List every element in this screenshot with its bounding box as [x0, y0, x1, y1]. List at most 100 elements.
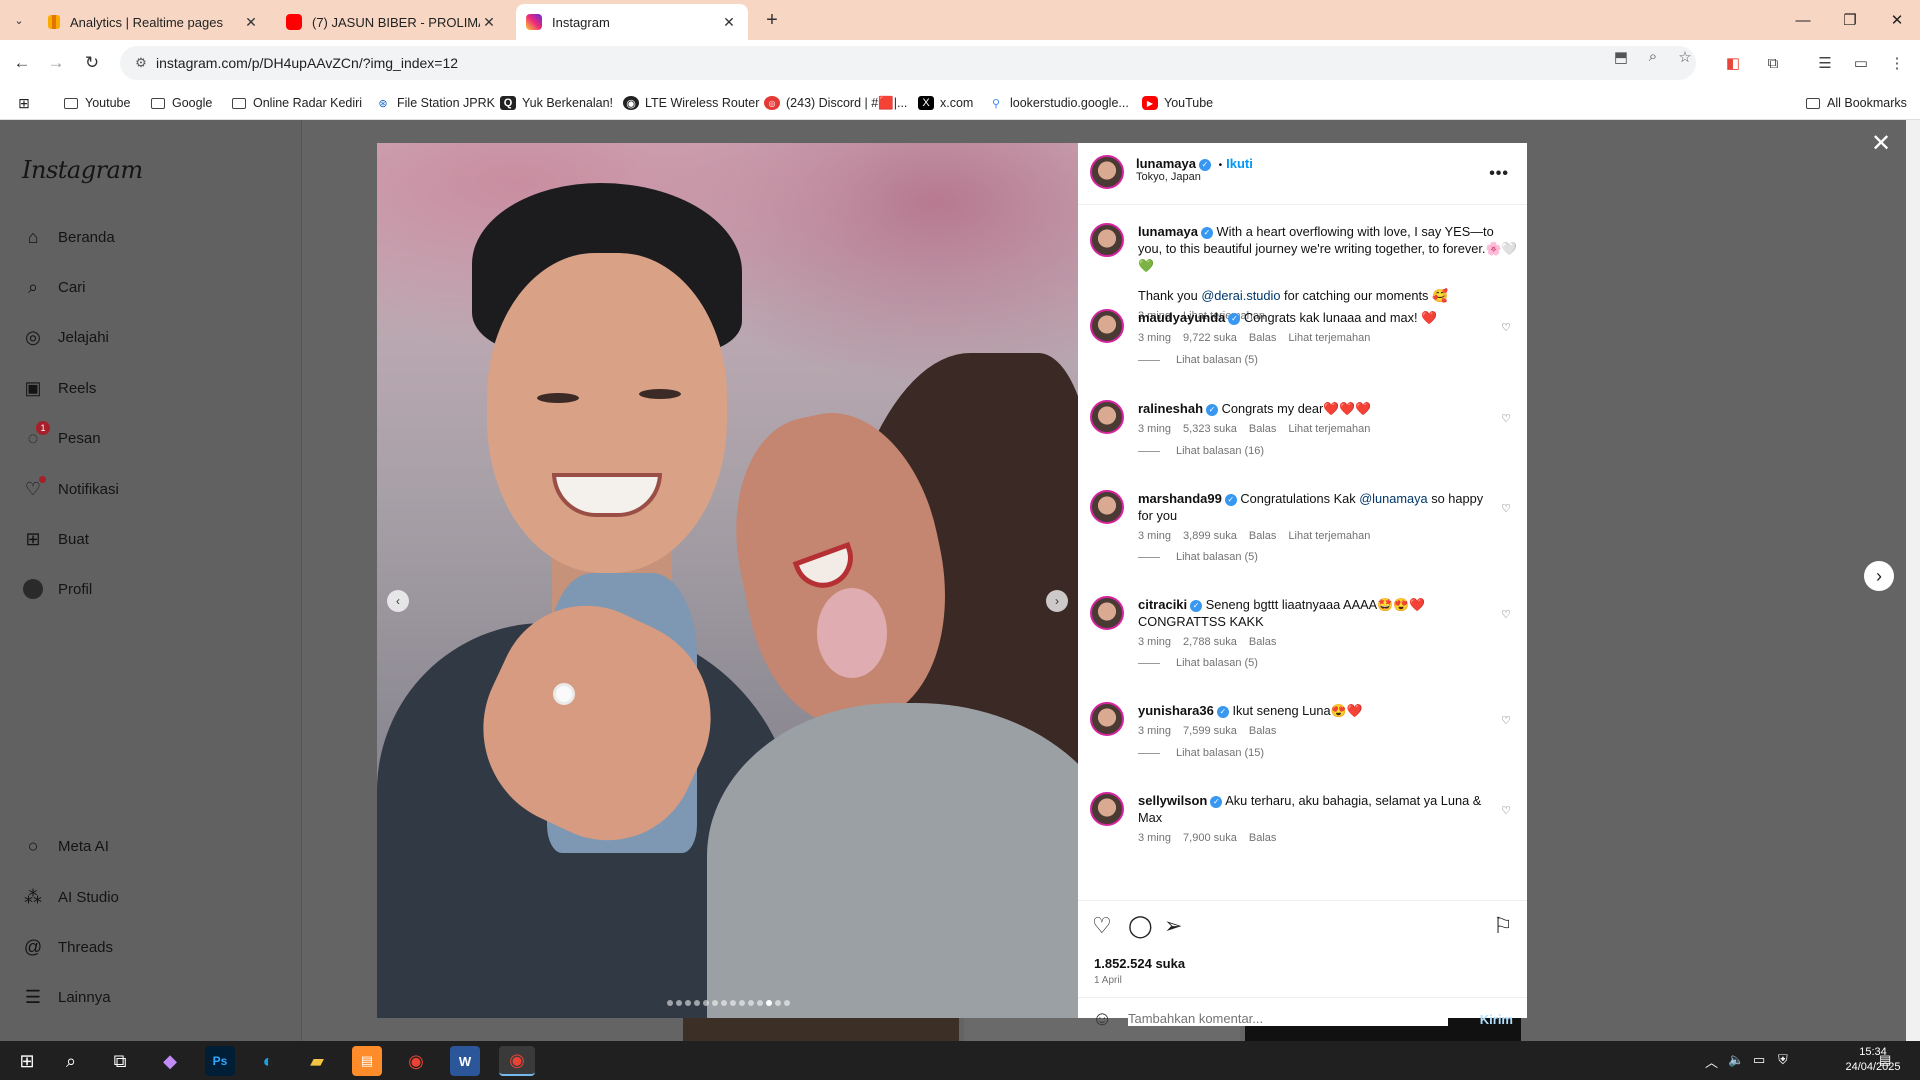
reply-button[interactable]: Balas: [1249, 423, 1277, 435]
like-comment-icon[interactable]: ♡: [1501, 714, 1511, 727]
reply-button[interactable]: Balas: [1249, 636, 1277, 648]
mention-link[interactable]: @derai.studio: [1201, 288, 1280, 303]
save-bookmark-icon[interactable]: ⚐: [1493, 913, 1513, 939]
network-icon[interactable]: ▭: [1753, 1052, 1765, 1068]
bookmark-discord[interactable]: ◎ (243) Discord | #🟥|...: [764, 93, 907, 113]
nav-create[interactable]: ⊞ Buat: [22, 525, 88, 553]
reply-button[interactable]: Balas: [1249, 832, 1277, 844]
commenter-avatar[interactable]: [1090, 596, 1124, 630]
close-tab-icon[interactable]: ✕: [242, 14, 260, 31]
system-clock[interactable]: 15:34 24/04/2025: [1845, 1045, 1901, 1075]
start-menu-icon[interactable]: ⊞: [12, 1046, 42, 1076]
nav-threads[interactable]: @ Threads: [22, 933, 113, 961]
address-bar[interactable]: ⚙ instagram.com/p/DH4upAAvZCn/?img_index…: [120, 46, 1696, 80]
comment-icon[interactable]: ◯: [1128, 913, 1153, 939]
post-location[interactable]: Tokyo, Japan: [1136, 171, 1253, 183]
send-comment-button[interactable]: Kirim: [1480, 1012, 1513, 1027]
file-explorer-icon[interactable]: ▰: [302, 1046, 332, 1076]
share-icon[interactable]: ➢: [1164, 913, 1182, 939]
view-replies-button[interactable]: Lihat balasan (5): [1138, 354, 1258, 366]
nav-notifications[interactable]: ♡ Notifikasi: [22, 475, 119, 503]
bookmark-x[interactable]: Xx.com: [918, 93, 973, 113]
app-icon[interactable]: ▤: [352, 1046, 382, 1076]
author-avatar[interactable]: [1090, 223, 1124, 257]
nav-search[interactable]: ⌕ Cari: [22, 273, 86, 301]
reload-button[interactable]: ↻: [78, 49, 106, 77]
author-username[interactable]: lunamaya: [1136, 156, 1196, 171]
copilot-icon[interactable]: ◆: [155, 1046, 185, 1076]
prev-slide-button[interactable]: ‹: [387, 590, 409, 612]
profile-avatar-icon[interactable]: ▭: [1850, 52, 1872, 74]
commenter-avatar[interactable]: [1090, 490, 1124, 524]
commenter-avatar[interactable]: [1090, 309, 1124, 343]
photoshop-icon[interactable]: Ps: [205, 1046, 235, 1076]
nav-more[interactable]: ☰ Lainnya: [22, 983, 111, 1011]
bookmark-google-folder[interactable]: Google: [151, 93, 212, 113]
tab-search-button[interactable]: ⌄: [6, 8, 32, 32]
bookmark-file-station[interactable]: ⊛ File Station JPRK: [375, 93, 495, 113]
notification-center-icon[interactable]: ▤: [1879, 1052, 1891, 1068]
nav-messages[interactable]: ◌ 1 Pesan: [22, 421, 101, 452]
emoji-icon[interactable]: ☺: [1092, 1008, 1112, 1031]
page-scrollbar[interactable]: [1906, 120, 1920, 1041]
commenter-avatar[interactable]: [1090, 702, 1124, 736]
nav-profile[interactable]: Profil: [22, 575, 92, 603]
author-avatar[interactable]: [1090, 155, 1124, 189]
view-replies-button[interactable]: Lihat balasan (16): [1138, 445, 1264, 457]
apps-icon[interactable]: ⊞: [16, 93, 38, 113]
like-count[interactable]: 1.852.524 suka: [1094, 956, 1185, 971]
close-tab-icon[interactable]: ✕: [720, 14, 738, 31]
reply-button[interactable]: Balas: [1249, 530, 1277, 542]
nav-meta-ai[interactable]: ○ Meta AI: [22, 832, 109, 860]
all-bookmarks-button[interactable]: All Bookmarks: [1806, 93, 1907, 113]
chrome-icon[interactable]: ◉: [401, 1046, 431, 1076]
bookmark-star-icon[interactable]: ☆: [1675, 48, 1695, 66]
browser-menu-icon[interactable]: ⋮: [1886, 52, 1908, 74]
see-translation-link[interactable]: Lihat terjemahan: [1288, 332, 1370, 344]
close-post-icon[interactable]: ✕: [1868, 130, 1894, 157]
bookmark-youtube-folder[interactable]: Youtube: [64, 93, 130, 113]
bookmark-youtube[interactable]: ▶ YouTube: [1142, 93, 1213, 113]
reply-button[interactable]: Balas: [1249, 725, 1277, 737]
close-tab-icon[interactable]: ✕: [480, 14, 498, 31]
nav-ai-studio[interactable]: ⁂ AI Studio: [22, 883, 119, 911]
see-translation-link[interactable]: Lihat terjemahan: [1288, 423, 1370, 435]
like-comment-icon[interactable]: ♡: [1501, 608, 1511, 621]
commenter-avatar[interactable]: [1090, 400, 1124, 434]
tab-instagram[interactable]: Instagram ✕: [516, 4, 748, 40]
more-options-icon[interactable]: •••: [1489, 165, 1509, 183]
word-icon[interactable]: W: [450, 1046, 480, 1076]
install-app-icon[interactable]: ⬒: [1611, 48, 1631, 66]
view-replies-button[interactable]: Lihat balasan (5): [1138, 657, 1258, 669]
instagram-logo[interactable]: Instagram: [22, 156, 143, 184]
tab-analytics[interactable]: Analytics | Realtime pages ✕: [38, 4, 270, 40]
extension-icon[interactable]: ◧: [1722, 52, 1744, 74]
follow-button[interactable]: Ikuti: [1226, 156, 1253, 171]
comment-input[interactable]: [1128, 1011, 1448, 1026]
site-info-icon[interactable]: ⚙: [126, 55, 156, 71]
extensions-puzzle-icon[interactable]: ⧉: [1762, 52, 1784, 74]
taskbar-search-icon[interactable]: ⌕: [56, 1046, 86, 1076]
back-button[interactable]: ←: [8, 49, 36, 77]
tray-chevron-icon[interactable]: ︿: [1705, 1052, 1718, 1071]
minimize-button[interactable]: —: [1780, 0, 1826, 40]
zoom-icon[interactable]: ⌕: [1643, 48, 1663, 65]
like-comment-icon[interactable]: ♡: [1501, 321, 1511, 334]
bookmark-lookerstudio[interactable]: ⚲ lookerstudio.google...: [988, 93, 1129, 113]
like-comment-icon[interactable]: ♡: [1501, 412, 1511, 425]
like-comment-icon[interactable]: ♡: [1501, 502, 1511, 515]
tab-youtube[interactable]: (7) JASUN BIBER - PROLIMAN JAYA ✕: [276, 4, 508, 40]
forward-button[interactable]: →: [42, 49, 70, 77]
commenter-avatar[interactable]: [1090, 792, 1124, 826]
like-post-icon[interactable]: ♡: [1092, 913, 1112, 939]
security-icon[interactable]: ⛨: [1778, 1052, 1788, 1068]
new-tab-button[interactable]: +: [758, 6, 786, 34]
bookmark-radar-kediri[interactable]: Online Radar Kediri: [232, 93, 362, 113]
bookmark-yuk-berkenalan[interactable]: Q Yuk Berkenalan!: [500, 93, 613, 113]
reply-button[interactable]: Balas: [1249, 332, 1277, 344]
view-replies-button[interactable]: Lihat balasan (15): [1138, 747, 1264, 759]
nav-explore[interactable]: ◎ Jelajahi: [22, 323, 109, 351]
task-view-icon[interactable]: ⧉: [105, 1046, 135, 1076]
edge-icon[interactable]: ◐: [253, 1046, 283, 1076]
restore-button[interactable]: ❐: [1827, 0, 1873, 40]
